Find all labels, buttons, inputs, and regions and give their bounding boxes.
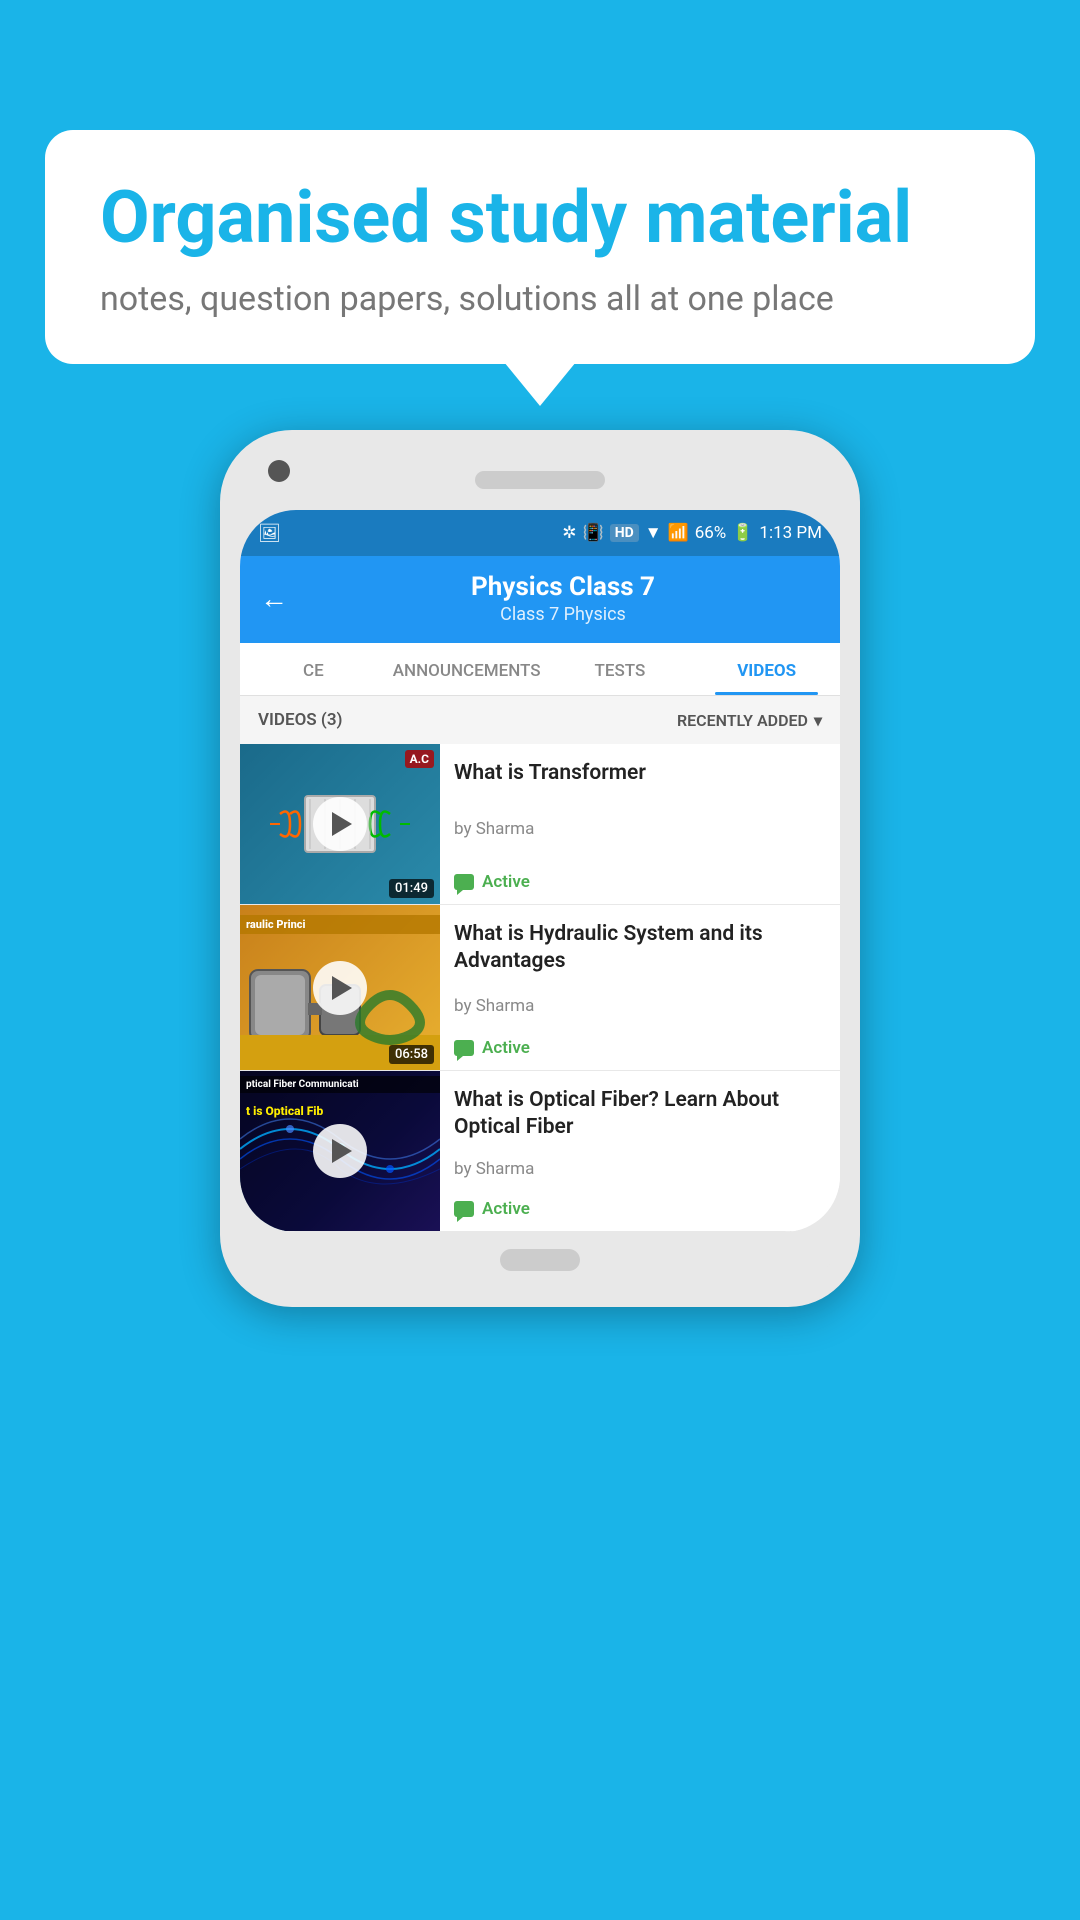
chat-icon-1: [454, 874, 474, 890]
speech-bubble: Organised study material notes, question…: [45, 130, 1035, 364]
back-button[interactable]: ←: [260, 582, 288, 615]
video-title-1: What is Transformer: [454, 760, 826, 787]
vibrate-icon: 📳: [583, 523, 604, 543]
chat-icon-3: [454, 1201, 474, 1217]
phone-mockup: 🖼 ✲ 📳 HD ▼ 📶 66% 🔋 1:13 PM ←: [220, 430, 860, 1307]
video-duration-2: 06:58: [389, 1045, 434, 1064]
hd-label: HD: [610, 524, 639, 542]
video-author-3: by Sharma: [454, 1159, 826, 1179]
thumb-label-1: A.C: [405, 750, 434, 768]
chat-icon-2: [454, 1040, 474, 1056]
tabs-bar: CE ANNOUNCEMENTS TESTS VIDEOS: [240, 643, 840, 696]
video-status-1: Active: [454, 872, 826, 892]
tab-videos[interactable]: VIDEOS: [693, 643, 840, 695]
video-author-1: by Sharma: [454, 819, 826, 839]
list-header: VIDEOS (3) RECENTLY ADDED ▾: [240, 696, 840, 744]
video-thumb-1: A.C 01:49: [240, 744, 440, 904]
play-button-2[interactable]: [313, 961, 367, 1015]
camera-dot: [268, 460, 290, 482]
play-button-1[interactable]: [313, 797, 367, 851]
home-button: [500, 1249, 580, 1271]
video-status-3: Active: [454, 1199, 826, 1219]
header-text: Physics Class 7 Class 7 Physics: [306, 572, 820, 625]
bluetooth-icon: ✲: [562, 523, 576, 543]
video-thumb-2: raulic Princi: [240, 905, 440, 1070]
video-title-3: What is Optical Fiber? Learn About Optic…: [454, 1087, 826, 1142]
signal-icon: 📶: [668, 523, 689, 543]
wifi-icon: ▼: [645, 523, 662, 543]
video-title-2: What is Hydraulic System and its Advanta…: [454, 921, 826, 976]
tab-tests[interactable]: TESTS: [547, 643, 694, 695]
video-info-3: What is Optical Fiber? Learn About Optic…: [440, 1071, 840, 1231]
video-thumb-3: ptical Fiber Communicati t is Optical Fi…: [240, 1071, 440, 1231]
speaker-slot: [475, 471, 605, 489]
header-title: Physics Class 7: [306, 572, 820, 602]
tab-ce[interactable]: CE: [240, 643, 387, 695]
phone-top-hardware: [240, 450, 840, 510]
video-duration-1: 01:49: [389, 879, 434, 898]
app-header: ← Physics Class 7 Class 7 Physics: [240, 556, 840, 643]
video-info-2: What is Hydraulic System and its Advanta…: [440, 905, 840, 1070]
video-author-2: by Sharma: [454, 996, 826, 1016]
battery-icon: 🔋: [732, 523, 753, 543]
chevron-down-icon: ▾: [814, 711, 822, 730]
video-item-1[interactable]: A.C 01:49 What is Transformer by Sharma …: [240, 744, 840, 905]
video-item-2[interactable]: raulic Princi: [240, 905, 840, 1071]
clock: 1:13 PM: [759, 523, 822, 543]
battery-pct: 66%: [695, 523, 727, 543]
tab-announcements[interactable]: ANNOUNCEMENTS: [387, 643, 547, 695]
phone-bottom-hardware: [240, 1232, 840, 1287]
bubble-title: Organised study material: [100, 178, 980, 257]
header-breadcrumb: Class 7 Physics: [306, 604, 820, 625]
sort-button[interactable]: RECENTLY ADDED ▾: [677, 711, 822, 730]
bubble-subtitle: notes, question papers, solutions all at…: [100, 279, 980, 319]
status-bar: 🖼 ✲ 📳 HD ▼ 📶 66% 🔋 1:13 PM: [240, 510, 840, 556]
status-right: ✲ 📳 HD ▼ 📶 66% 🔋 1:13 PM: [562, 523, 822, 543]
video-status-2: Active: [454, 1038, 826, 1058]
status-left: 🖼: [258, 523, 281, 544]
video-count-label: VIDEOS (3): [258, 710, 343, 730]
play-button-3[interactable]: [313, 1124, 367, 1178]
photo-icon: 🖼: [258, 523, 281, 544]
phone-screen: 🖼 ✲ 📳 HD ▼ 📶 66% 🔋 1:13 PM ←: [240, 510, 840, 1232]
video-info-1: What is Transformer by Sharma Active: [440, 744, 840, 904]
video-item-3[interactable]: ptical Fiber Communicati t is Optical Fi…: [240, 1071, 840, 1232]
